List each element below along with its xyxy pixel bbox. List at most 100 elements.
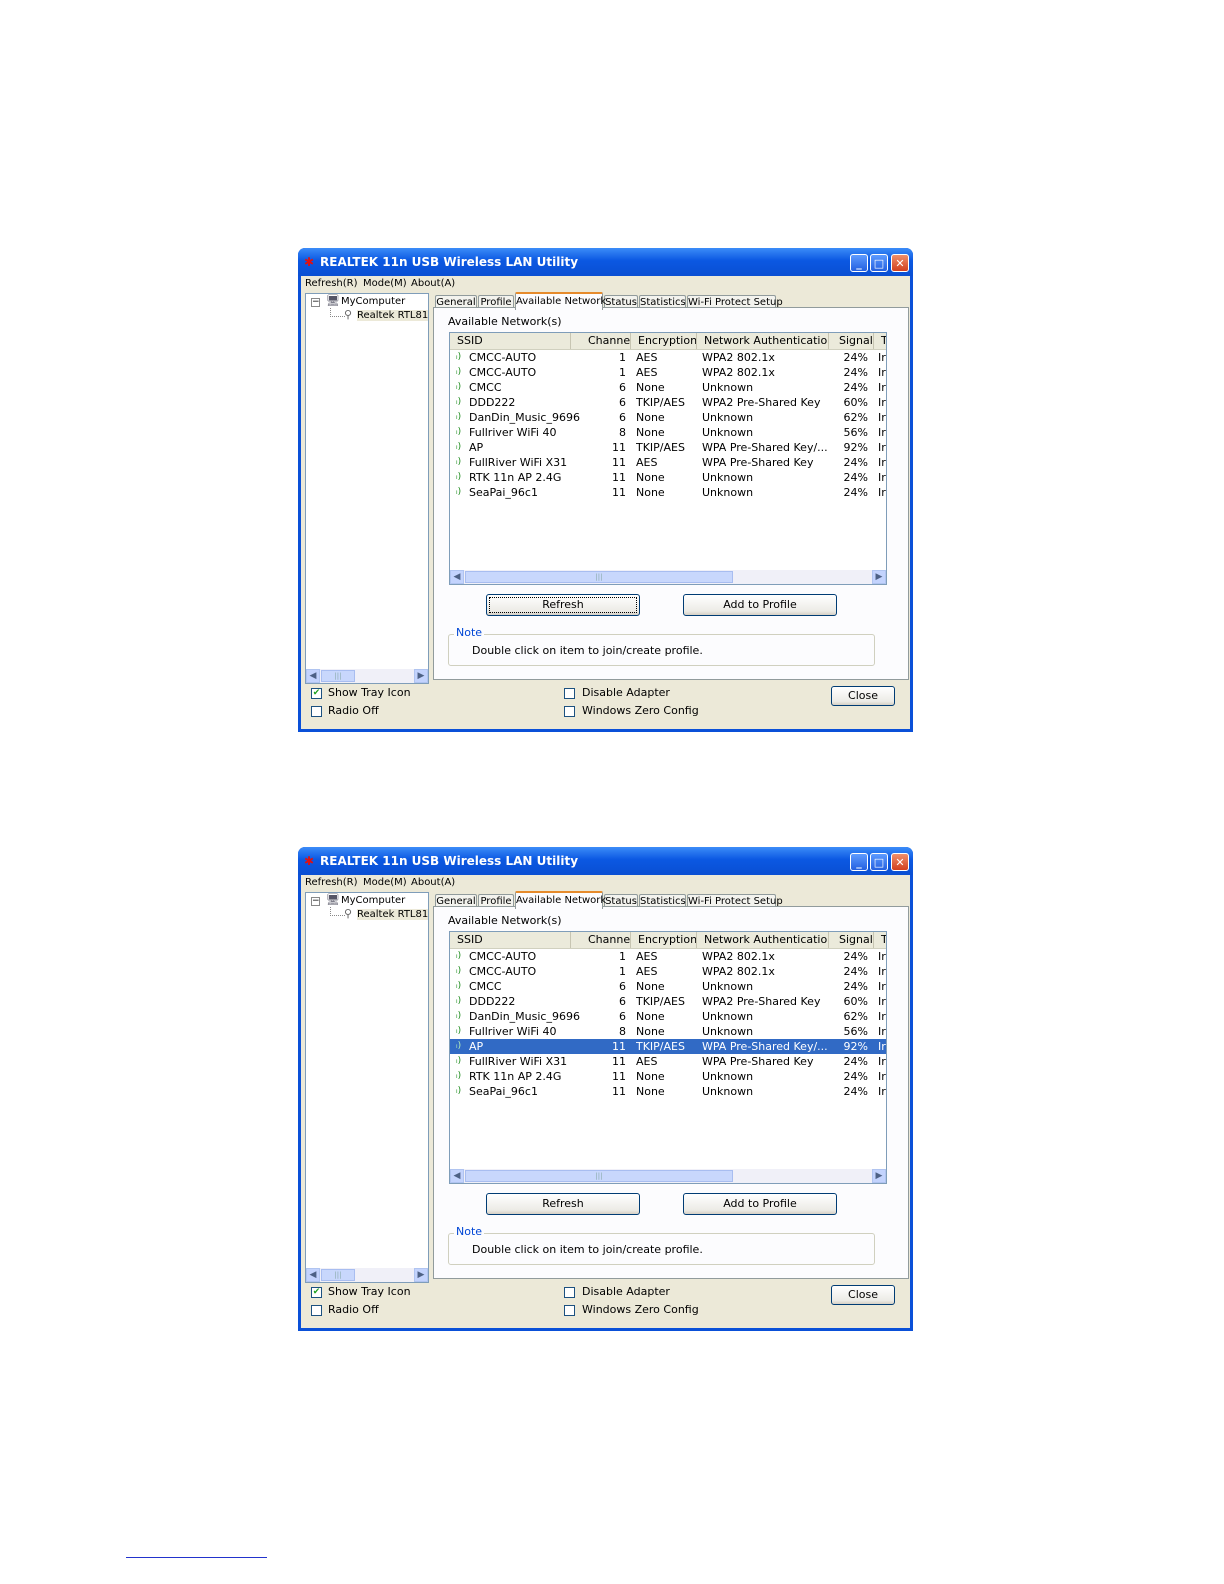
menu-mode[interactable]: Mode(M) <box>363 278 407 289</box>
cell-signal: 60% <box>843 995 868 1008</box>
network-row[interactable]: ᵢ) Fullriver WiFi 40 8 None Unknown 56% … <box>450 425 886 440</box>
cell-encryption: AES <box>636 1055 658 1068</box>
menu-about[interactable]: About(A) <box>411 877 455 888</box>
add-to-profile-button[interactable]: Add to Profile <box>683 1193 837 1215</box>
disable-adapter-checkbox[interactable] <box>564 688 575 699</box>
tab-available-network[interactable]: Available Network <box>515 292 606 310</box>
cell-ssid: RTK 11n AP 2.4G <box>469 1070 562 1083</box>
column-channel[interactable]: Channel <box>571 333 631 349</box>
menu-mode[interactable]: Mode(M) <box>363 877 407 888</box>
network-row[interactable]: ᵢ) FullRiver WiFi X31 11 AES WPA Pre-Sha… <box>450 1054 886 1069</box>
refresh-button[interactable]: Refresh <box>486 594 640 616</box>
tree-horizontal-scrollbar[interactable]: ◀ ||| ▶ <box>306 669 428 683</box>
show-tray-icon-checkbox[interactable]: ✔ <box>311 688 322 699</box>
wifi-signal-icon: ᵢ) <box>456 1071 462 1081</box>
network-row[interactable]: ᵢ) CMCC 6 None Unknown 24% Ir <box>450 380 886 395</box>
cell-authentication: Unknown <box>702 381 754 394</box>
network-row[interactable]: ᵢ) DDD222 6 TKIP/AES WPA2 Pre-Shared Key… <box>450 395 886 410</box>
scroll-right-icon[interactable]: ▶ <box>414 669 428 683</box>
maximize-button[interactable]: □ <box>870 254 888 272</box>
column-type[interactable]: T <box>874 333 886 349</box>
network-row[interactable]: ᵢ) CMCC-AUTO 1 AES WPA2 802.1x 24% Ir <box>450 949 886 964</box>
column-signal[interactable]: Signal <box>829 333 874 349</box>
column-network-authentication[interactable]: Network Authentication <box>697 932 829 948</box>
scroll-left-icon[interactable]: ◀ <box>450 1169 464 1183</box>
cell-authentication: WPA Pre-Shared Key <box>702 456 814 469</box>
network-list[interactable]: SSID Channel Encryption Network Authenti… <box>449 931 887 1184</box>
close-button[interactable]: Close <box>831 686 895 706</box>
maximize-button[interactable]: □ <box>870 853 888 871</box>
column-signal[interactable]: Signal <box>829 932 874 948</box>
network-row[interactable]: ᵢ) RTK 11n AP 2.4G 11 None Unknown 24% I… <box>450 1069 886 1084</box>
disable-adapter-checkbox[interactable] <box>564 1287 575 1298</box>
tab-available-network[interactable]: Available Network <box>515 891 606 909</box>
network-row[interactable]: ᵢ) DanDin_Music_9696 6 None Unknown 62% … <box>450 410 886 425</box>
scroll-left-icon[interactable]: ◀ <box>306 1268 320 1282</box>
close-window-button[interactable]: ✕ <box>891 254 909 272</box>
menu-refresh[interactable]: Refresh(R) <box>305 278 358 289</box>
column-encryption[interactable]: Encryption <box>631 333 697 349</box>
minimize-button[interactable]: _ <box>850 853 868 871</box>
radio-off-checkbox[interactable] <box>311 1305 322 1316</box>
menu-about[interactable]: About(A) <box>411 278 455 289</box>
scroll-thumb[interactable]: ||| <box>465 1170 733 1182</box>
radio-off-checkbox[interactable] <box>311 706 322 717</box>
scroll-right-icon[interactable]: ▶ <box>872 1169 886 1183</box>
network-row[interactable]: ᵢ) FullRiver WiFi X31 11 AES WPA Pre-Sha… <box>450 455 886 470</box>
network-row[interactable]: ᵢ) DDD222 6 TKIP/AES WPA2 Pre-Shared Key… <box>450 994 886 1009</box>
tree-item-mycomputer[interactable]: MyComputer <box>341 296 405 307</box>
network-row[interactable]: ᵢ) CMCC-AUTO 1 AES WPA2 802.1x 24% Ir <box>450 365 886 380</box>
network-row[interactable]: ᵢ) SeaPai_96c1 11 None Unknown 24% Ir <box>450 1084 886 1099</box>
network-row[interactable]: ᵢ) Fullriver WiFi 40 8 None Unknown 56% … <box>450 1024 886 1039</box>
column-encryption[interactable]: Encryption <box>631 932 697 948</box>
network-row[interactable]: ᵢ) CMCC-AUTO 1 AES WPA2 802.1x 24% Ir <box>450 350 886 365</box>
column-channel[interactable]: Channel <box>571 932 631 948</box>
windows-zero-config-checkbox[interactable] <box>564 1305 575 1316</box>
cell-channel: 11 <box>612 471 626 484</box>
refresh-button[interactable]: Refresh <box>486 1193 640 1215</box>
list-horizontal-scrollbar[interactable]: ◀ ||| ▶ <box>450 570 886 584</box>
scroll-thumb[interactable]: ||| <box>465 571 733 583</box>
cell-signal: 24% <box>843 486 868 499</box>
network-row[interactable]: ᵢ) DanDin_Music_9696 6 None Unknown 62% … <box>450 1009 886 1024</box>
menu-refresh[interactable]: Refresh(R) <box>305 877 358 888</box>
scroll-right-icon[interactable]: ▶ <box>872 570 886 584</box>
scroll-left-icon[interactable]: ◀ <box>306 669 320 683</box>
column-type[interactable]: T <box>874 932 886 948</box>
scroll-right-icon[interactable]: ▶ <box>414 1268 428 1282</box>
column-ssid[interactable]: SSID <box>450 333 571 349</box>
cell-type: Ir <box>878 1010 886 1023</box>
cell-ssid: RTK 11n AP 2.4G <box>469 471 562 484</box>
scroll-left-icon[interactable]: ◀ <box>450 570 464 584</box>
tree-item-adapter[interactable]: Realtek RTL8188 <box>357 310 428 321</box>
checkmark-icon: ✔ <box>312 688 321 698</box>
column-network-authentication[interactable]: Network Authentication <box>697 333 829 349</box>
network-row[interactable]: ᵢ) AP 11 TKIP/AES WPA Pre-Shared Key/...… <box>450 440 886 455</box>
tree-item-adapter[interactable]: Realtek RTL8188 <box>357 909 428 920</box>
column-ssid[interactable]: SSID <box>450 932 571 948</box>
title-bar[interactable]: ✱ REALTEK 11n USB Wireless LAN Utility _… <box>298 847 913 875</box>
tree-collapse-icon[interactable]: − <box>311 298 320 307</box>
scroll-thumb[interactable]: ||| <box>321 670 355 682</box>
network-row[interactable]: ᵢ) CMCC-AUTO 1 AES WPA2 802.1x 24% Ir <box>450 964 886 979</box>
cell-signal: 24% <box>843 980 868 993</box>
list-horizontal-scrollbar[interactable]: ◀ ||| ▶ <box>450 1169 886 1183</box>
tree-collapse-icon[interactable]: − <box>311 897 320 906</box>
tree-item-mycomputer[interactable]: MyComputer <box>341 895 405 906</box>
network-row[interactable]: ᵢ) SeaPai_96c1 11 None Unknown 24% Ir <box>450 485 886 500</box>
title-bar[interactable]: ✱ REALTEK 11n USB Wireless LAN Utility _… <box>298 248 913 276</box>
minimize-button[interactable]: _ <box>850 254 868 272</box>
scroll-thumb[interactable]: ||| <box>321 1269 355 1281</box>
show-tray-icon-checkbox[interactable]: ✔ <box>311 1287 322 1298</box>
network-row[interactable]: ᵢ) AP 11 TKIP/AES WPA Pre-Shared Key/...… <box>450 1039 886 1054</box>
windows-zero-config-checkbox[interactable] <box>564 706 575 717</box>
close-button[interactable]: Close <box>831 1285 895 1305</box>
tree-horizontal-scrollbar[interactable]: ◀ ||| ▶ <box>306 1268 428 1282</box>
device-tree[interactable]: − 🖥 MyComputer ⚲ Realtek RTL8188 ◀ ||| ▶ <box>305 892 429 1283</box>
network-row[interactable]: ᵢ) CMCC 6 None Unknown 24% Ir <box>450 979 886 994</box>
network-list[interactable]: SSID Channel Encryption Network Authenti… <box>449 332 887 585</box>
add-to-profile-button[interactable]: Add to Profile <box>683 594 837 616</box>
close-window-button[interactable]: ✕ <box>891 853 909 871</box>
network-row[interactable]: ᵢ) RTK 11n AP 2.4G 11 None Unknown 24% I… <box>450 470 886 485</box>
device-tree[interactable]: − 🖥 MyComputer ⚲ Realtek RTL8188 ◀ ||| ▶ <box>305 293 429 684</box>
